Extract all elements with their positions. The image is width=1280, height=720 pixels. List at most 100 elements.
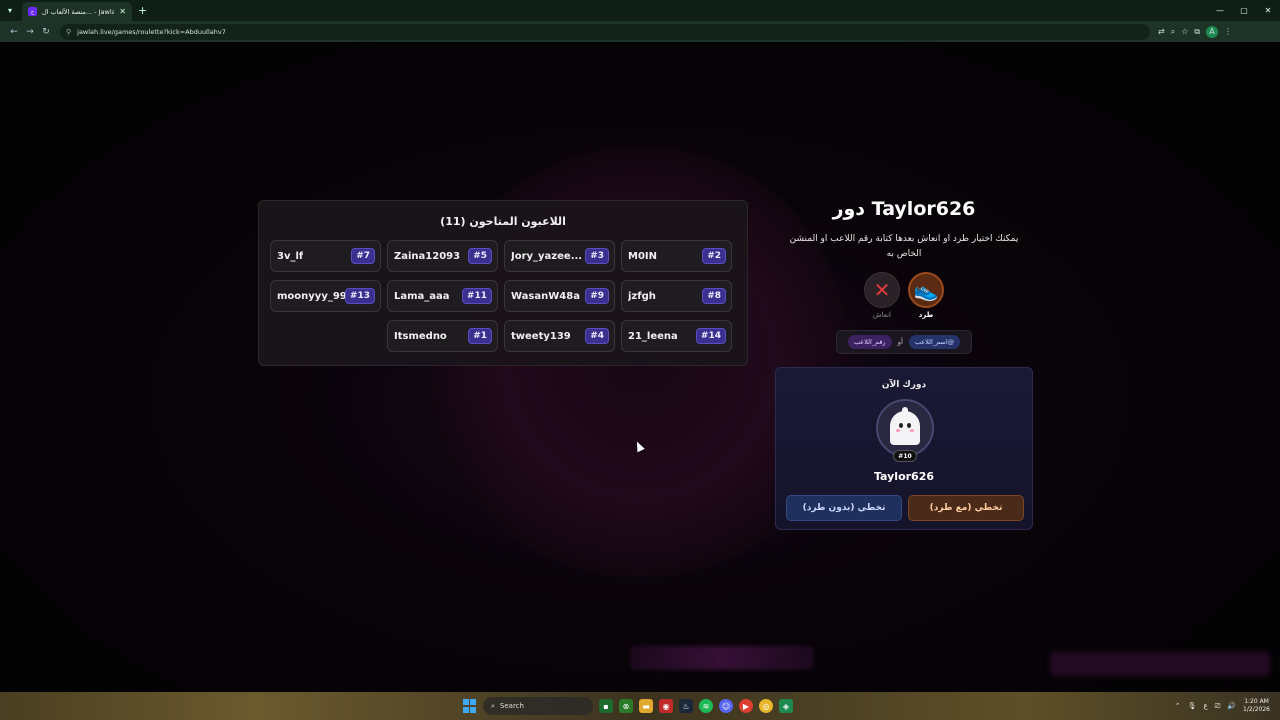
video-app-icon[interactable]: ▶ xyxy=(739,699,753,713)
windows-start-icon[interactable] xyxy=(463,699,477,713)
bookmark-star-icon[interactable]: ☆ xyxy=(1181,27,1188,36)
profile-avatar-icon[interactable]: A xyxy=(1206,25,1219,38)
tray-overflow-icon[interactable]: ⌃ xyxy=(1175,702,1181,710)
player-card[interactable]: 3v_lf #7 xyxy=(270,240,381,272)
player-card[interactable]: 21_leena #14 xyxy=(621,320,732,352)
site-favicon-icon: ج xyxy=(28,7,37,16)
skip-with-kick-button[interactable]: تخطي (مع طرد) xyxy=(908,495,1024,521)
tab-search-icon[interactable]: ▾ xyxy=(0,0,20,21)
player-card[interactable]: tweety139 #4 xyxy=(504,320,615,352)
discord-icon[interactable]: ☺ xyxy=(719,699,733,713)
player-name: M0IN xyxy=(628,250,657,262)
search-icon: ⌕ xyxy=(491,701,495,710)
player-number-badge: #11 xyxy=(461,288,492,304)
spotify-icon[interactable]: ≋ xyxy=(699,699,713,713)
tab-title: منصة الألعاب ال... - Jawlah | جولة xyxy=(42,7,115,16)
site-info-icon[interactable]: ⚲ xyxy=(66,28,71,36)
input-format-hint: @اسم_اللاعب أو رقم_اللاعب xyxy=(836,330,972,354)
player-card[interactable]: moonyyy_99 #13 xyxy=(270,280,381,312)
player-number-badge: #9 xyxy=(585,288,609,304)
player-card[interactable]: Zaina12093 #5 xyxy=(387,240,498,272)
player-number-badge: #14 xyxy=(695,328,726,344)
os-taskbar: ⌕ Search ▪ ⊗ ▬ ◉ ♨ ≋ ☺ ▶ ◎ ◈ ⌃ 🎙 ع ⎚ 🔊 1… xyxy=(0,692,1280,720)
kick-action-button[interactable]: 👟 طرد xyxy=(908,272,944,319)
file-explorer-icon[interactable]: ▬ xyxy=(639,699,653,713)
nvidia-icon[interactable]: ▪ xyxy=(599,699,613,713)
skip-without-kick-button[interactable]: تخطي (بدون طرد) xyxy=(786,495,902,521)
player-number-badge: #2 xyxy=(702,248,726,264)
zoom-icon[interactable]: ⌕ xyxy=(1171,27,1175,37)
language-indicator-icon[interactable]: ع xyxy=(1204,702,1208,710)
taskbar-search[interactable]: ⌕ Search xyxy=(483,697,593,715)
player-card[interactable]: WasanW48a #9 xyxy=(504,280,615,312)
player-name: Itsmedno xyxy=(394,330,447,342)
browser-toolbar: ← → ↻ ⚲ jawlah.live/games/roulette?kick=… xyxy=(0,21,1280,42)
tab-close-icon[interactable]: ✕ xyxy=(119,7,126,16)
browser-tab[interactable]: ج منصة الألعاب ال... - Jawlah | جولة ✕ xyxy=(22,2,132,21)
revive-cross-icon: ✕ xyxy=(864,272,900,308)
player-name: 3v_lf xyxy=(277,250,304,262)
player-number-badge: #1 xyxy=(468,328,492,344)
maximize-icon[interactable]: ▢ xyxy=(1232,0,1256,21)
kick-shoe-icon: 👟 xyxy=(908,272,944,308)
browser-tabbar: ▾ ج منصة الألعاب ال... - Jawlah | جولة ✕… xyxy=(0,0,1280,21)
player-card[interactable]: Jory_yazee... #3 xyxy=(504,240,615,272)
system-clock[interactable]: 1:20 AM 1/2/2026 xyxy=(1243,698,1270,714)
network-icon[interactable]: ⎚ xyxy=(1215,702,1221,711)
taskbar-search-label: Search xyxy=(499,702,524,710)
player-number-badge: #8 xyxy=(702,288,726,304)
clock-date: 1/2/2026 xyxy=(1243,706,1270,713)
your-turn-label: دورك الآن xyxy=(881,380,927,390)
volume-icon[interactable]: 🔊 xyxy=(1227,702,1236,710)
player-name: Zaina12093 xyxy=(394,250,461,262)
player-card[interactable]: jzfgh #8 xyxy=(621,280,732,312)
avatar-number-badge: #10 xyxy=(893,450,917,462)
player-name: jzfgh xyxy=(628,290,656,302)
kick-label: طرد xyxy=(918,311,934,319)
game-page: اللاعبون المتاحون (11) 3v_lf #7 Zaina120… xyxy=(0,42,1280,692)
available-players-panel: اللاعبون المتاحون (11) 3v_lf #7 Zaina120… xyxy=(258,200,748,366)
player-name: tweety139 xyxy=(511,330,571,342)
menu-kebab-icon[interactable]: ⋮ xyxy=(1224,27,1232,36)
revive-action-button[interactable]: ✕ انعاش xyxy=(864,272,900,319)
minimize-icon[interactable]: — xyxy=(1208,0,1232,21)
clock-time: 1:20 AM xyxy=(1244,698,1269,705)
ghost-avatar-icon xyxy=(890,407,920,445)
player-card[interactable]: Lama_aaa #11 xyxy=(387,280,498,312)
chrome-icon[interactable]: ◎ xyxy=(759,699,773,713)
window-controls: — ▢ ✕ xyxy=(1208,0,1280,21)
player-number-chip: رقم_اللاعب xyxy=(847,335,892,349)
app-red-icon[interactable]: ◉ xyxy=(659,699,673,713)
player-number-badge: #3 xyxy=(585,248,609,264)
revive-label: انعاش xyxy=(873,311,891,319)
player-name: Jory_yazee... xyxy=(511,250,583,262)
steam-icon[interactable]: ♨ xyxy=(679,699,693,713)
hint-or-text: أو xyxy=(897,338,903,346)
player-name: Lama_aaa xyxy=(394,290,450,302)
player-name: moonyyy_99 xyxy=(277,290,345,302)
player-number-badge: #4 xyxy=(585,328,609,344)
player-name: 21_leena xyxy=(628,330,678,342)
back-icon[interactable]: ← xyxy=(6,24,22,40)
player-card[interactable]: Itsmedno #1 xyxy=(387,320,498,352)
url-text: jawlah.live/games/roulette?kick=Abduulla… xyxy=(77,27,226,36)
background-glow xyxy=(1050,652,1270,676)
reload-icon[interactable]: ↻ xyxy=(38,24,54,40)
background-glow xyxy=(630,646,814,670)
current-player-name: Taylor626 xyxy=(873,470,935,483)
player-name: WasanW48a xyxy=(511,290,580,302)
extensions-icon[interactable]: ⧉ xyxy=(1194,27,1200,37)
player-card[interactable]: M0IN #2 xyxy=(621,240,732,272)
chrome-active-icon[interactable]: ◈ xyxy=(779,699,793,713)
close-window-icon[interactable]: ✕ xyxy=(1256,0,1280,21)
player-avatar xyxy=(876,399,934,457)
forward-icon[interactable]: → xyxy=(22,24,38,40)
players-panel-title: اللاعبون المتاحون (11) xyxy=(440,215,566,228)
address-bar[interactable]: ⚲ jawlah.live/games/roulette?kick=Abduul… xyxy=(60,23,1150,40)
player-number-badge: #5 xyxy=(468,248,492,264)
translate-icon[interactable]: ⇄ xyxy=(1158,27,1165,36)
microphone-icon[interactable]: 🎙 xyxy=(1188,702,1197,710)
new-tab-icon[interactable]: + xyxy=(138,4,147,17)
xbox-icon[interactable]: ⊗ xyxy=(619,699,633,713)
turn-instructions: يمكنك اختيار طرد او انعاش بعدها كتابة رق… xyxy=(789,234,1019,259)
